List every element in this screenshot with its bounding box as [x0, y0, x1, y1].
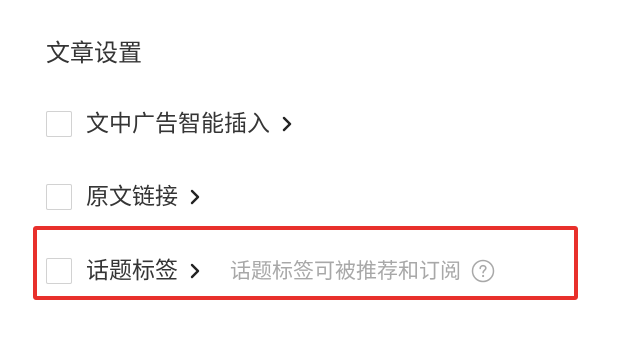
chevron-right-icon[interactable] — [280, 116, 294, 132]
original-link-label: 原文链接 — [86, 184, 178, 210]
option-topic-tags[interactable]: 话题标签 话题标签可被推荐和订阅 — [46, 256, 495, 286]
smart-ad-insertion-checkbox[interactable] — [46, 111, 72, 137]
chevron-right-icon[interactable] — [188, 263, 202, 279]
question-circle-icon[interactable] — [471, 259, 495, 283]
section-title: 文章设置 — [46, 39, 142, 67]
topic-tags-checkbox[interactable] — [46, 258, 72, 284]
chevron-right-icon[interactable] — [188, 189, 202, 205]
smart-ad-insertion-label: 文中广告智能插入 — [86, 111, 270, 137]
original-link-checkbox[interactable] — [46, 184, 72, 210]
option-original-link[interactable]: 原文链接 — [46, 182, 202, 212]
option-smart-ad-insertion[interactable]: 文中广告智能插入 — [46, 109, 294, 139]
topic-tags-hint: 话题标签可被推荐和订阅 — [230, 259, 461, 283]
topic-tags-label: 话题标签 — [86, 258, 178, 284]
